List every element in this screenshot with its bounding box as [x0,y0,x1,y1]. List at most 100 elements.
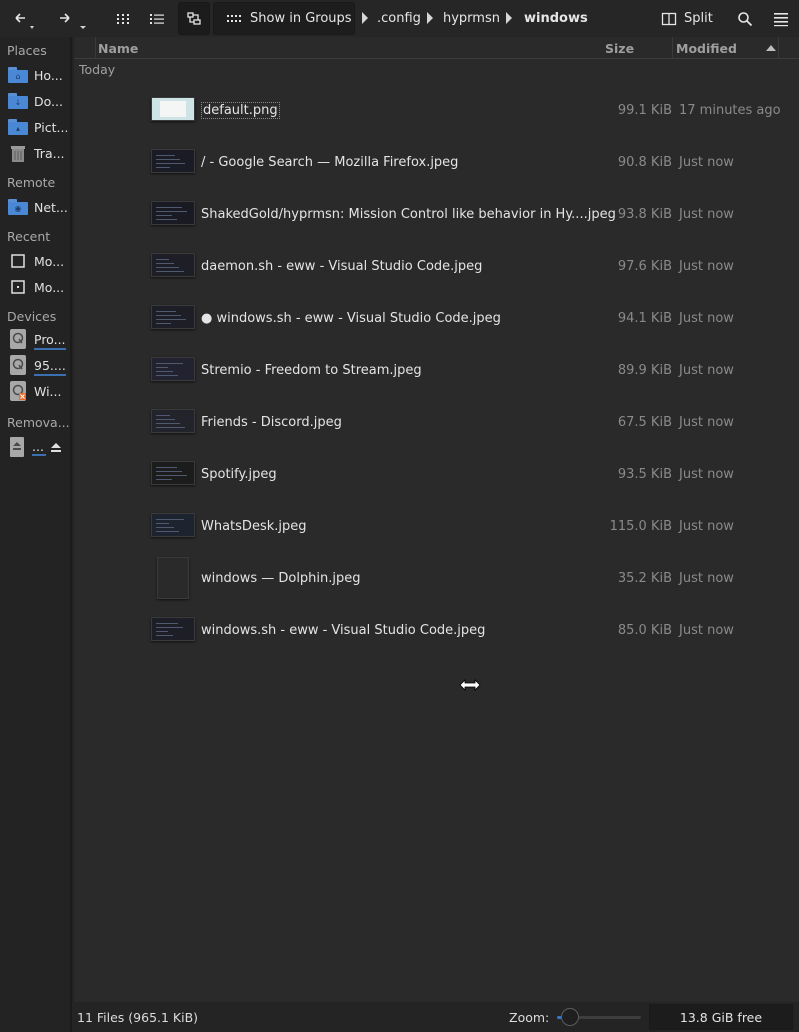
home-folder-icon: ⌂ [8,67,28,83]
file-thumbnail [151,461,195,485]
file-row[interactable]: Friends - Discord.jpeg 67.5 KiB Just now [74,396,799,448]
sidebar-item-recent-files[interactable]: Mo... [8,250,68,272]
search-icon [738,11,753,26]
file-name: windows.sh - eww - Visual Studio Code.jp… [201,604,485,656]
sidebar-item-device-pro[interactable]: Pro... [8,328,68,350]
file-size: 97.6 KiB [617,258,672,274]
resize-cursor-icon [459,679,481,691]
file-modified: Just now [679,258,734,274]
column-header-name[interactable]: Name [98,37,138,59]
sidebar-item-label: 95.... [34,357,66,373]
sidebar-item-trash[interactable]: Tra... [8,142,68,164]
downloads-folder-icon: ↓ [8,93,28,109]
show-in-groups-button[interactable]: Show in Groups [213,2,355,35]
recent-locations-icon [11,280,25,294]
sidebar-item-label: Mo... [34,279,65,295]
sidebar-item-device-95[interactable]: 95.... [8,354,68,376]
sort-ascending-icon [766,45,776,51]
file-size: 94.1 KiB [617,310,672,326]
icons-view-button[interactable] [111,0,135,37]
grid-icon [117,13,129,24]
toolbar: Show in Groups .config hyprmsn windows S… [0,0,799,37]
breadcrumb-item-hyprmsn[interactable]: hyprmsn [443,0,500,37]
file-name-text: WhatsDesk.jpeg [201,518,307,534]
drive-usage-bar [34,374,66,376]
sidebar-item-label: Ho... [34,67,63,83]
file-thumbnail [151,305,195,329]
sidebar-item-downloads[interactable]: ↓ Do... [8,90,68,112]
split-button[interactable]: Split [661,0,713,37]
sidebar-item-label: ... [32,439,46,456]
file-row[interactable]: WhatsDesk.jpeg 115.0 KiB Just now [74,500,799,552]
file-row[interactable]: ShakedGold/hyprmsn: Mission Control like… [74,188,799,240]
file-thumbnail [151,409,195,433]
file-name: Spotify.jpeg [201,448,277,500]
forward-button[interactable] [54,0,90,37]
file-modified: 17 minutes ago [679,102,781,118]
file-modified: Just now [679,414,734,430]
sidebar-section-remote: Remote [7,175,56,190]
file-name: Stremio - Freedom to Stream.jpeg [201,344,422,396]
file-thumbnail [151,617,195,641]
breadcrumb-separator-icon [506,12,512,24]
column-header-modified[interactable]: Modified [676,37,737,59]
breadcrumb-item-windows[interactable]: windows [524,0,588,37]
file-modified: Just now [679,622,734,638]
sidebar-item-network[interactable]: ◉ Net... [8,196,68,218]
sidebar-item-label: Pro... [34,331,66,347]
file-size: 93.8 KiB [617,206,672,222]
file-size: 67.5 KiB [617,414,672,430]
sidebar-section-removable: Remova... [7,415,70,430]
back-button[interactable] [6,0,38,37]
file-modified: Just now [679,518,734,534]
breadcrumb-item-config[interactable]: .config [377,0,421,37]
file-thumbnail [151,357,195,381]
list-icon [150,13,164,24]
arrow-right-icon [60,12,86,29]
file-row[interactable]: ● windows.sh - eww - Visual Studio Code.… [74,292,799,344]
sidebar-item-device-windows[interactable]: Wi... [8,380,68,402]
file-modified: Just now [679,154,734,170]
search-button[interactable] [733,0,757,37]
file-row[interactable]: default.png 99.1 KiB 17 minutes ago [74,84,799,136]
file-thumbnail [151,513,195,537]
file-view[interactable]: Name Size Modified Today default.png 99.1… [74,37,799,1002]
sidebar-item-label: Tra... [34,145,65,161]
file-name: ShakedGold/hyprmsn: Mission Control like… [201,188,616,240]
file-name: windows — Dolphin.jpeg [201,552,361,604]
file-modified: Just now [679,570,734,586]
eject-icon[interactable] [50,441,62,453]
column-header-size[interactable]: Size [605,37,634,59]
zoom-slider-handle[interactable] [560,1008,579,1026]
sidebar-item-pictures[interactable]: ▴ Pict... [8,116,68,138]
file-name-text: Stremio - Freedom to Stream.jpeg [201,362,422,378]
file-modified: Just now [679,466,734,482]
file-row[interactable]: Stremio - Freedom to Stream.jpeg 89.9 KiB… [74,344,799,396]
zoom-label: Zoom: [509,1009,550,1025]
file-name: WhatsDesk.jpeg [201,500,307,552]
sidebar-item-recent-locations[interactable]: Mo... [8,276,68,298]
groups-icon [227,14,241,22]
places-sidebar: Places ⌂ Ho... ↓ Do... ▴ Pict... Tra... … [0,37,72,1032]
recent-files-icon [11,254,25,268]
file-thumbnail [151,201,195,225]
file-name-text: windows.sh - eww - Visual Studio Code.jp… [201,622,486,638]
file-row[interactable]: daemon.sh - eww - Visual Studio Code.jpe… [74,240,799,292]
file-row[interactable]: windows — Dolphin.jpeg 35.2 KiB Just now [74,552,799,604]
file-name-text: daemon.sh - eww - Visual Studio Code.jpe… [201,258,483,274]
free-space-indicator[interactable]: 13.8 GiB free [649,1004,793,1030]
details-view-button[interactable] [145,0,169,37]
file-name-text: windows — Dolphin.jpeg [201,570,361,586]
file-thumbnail [151,149,195,173]
file-row[interactable]: Spotify.jpeg 93.5 KiB Just now [74,448,799,500]
status-summary: 11 Files (965.1 KiB) [77,1009,199,1025]
sidebar-item-home[interactable]: ⌂ Ho... [8,64,68,86]
sidebar-item-removable[interactable]: ... [8,436,68,458]
file-row[interactable]: windows.sh - eww - Visual Studio Code.jp… [74,604,799,656]
file-size: 85.0 KiB [617,622,672,638]
file-row[interactable]: / - Google Search — Mozilla Firefox.jpeg… [74,136,799,188]
network-folder-icon: ◉ [8,199,28,215]
tree-view-button[interactable] [178,2,210,35]
menu-button[interactable] [769,0,793,37]
file-name-text: Friends - Discord.jpeg [201,414,342,430]
